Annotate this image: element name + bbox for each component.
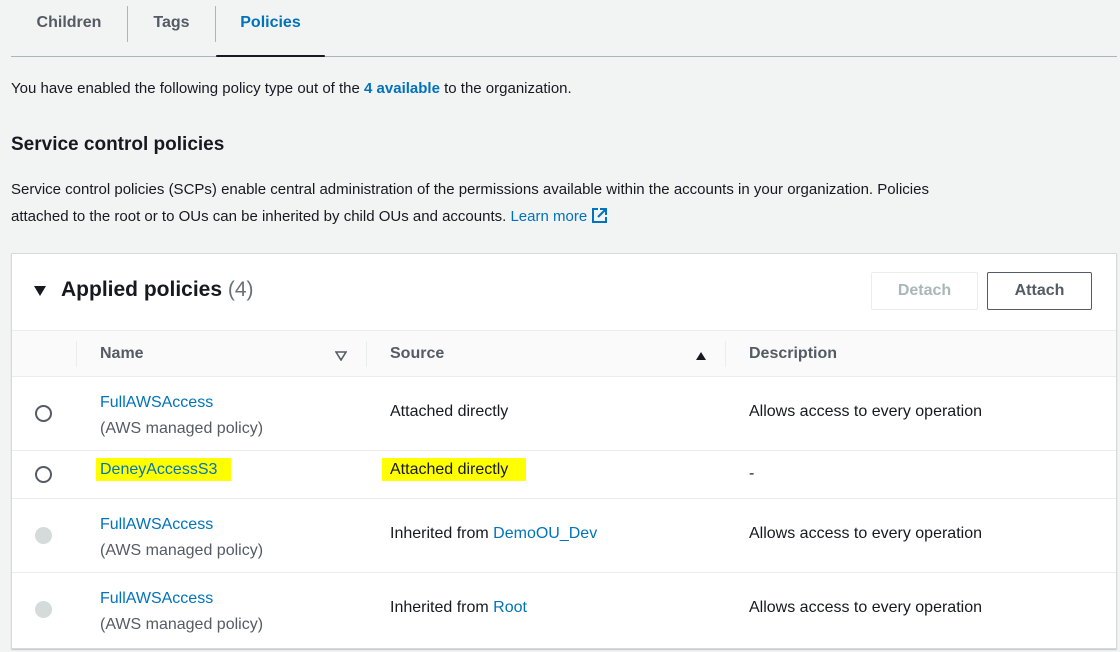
policy-name-link[interactable]: FullAWSAccess	[100, 394, 213, 411]
source-root-link[interactable]: Root	[493, 599, 527, 616]
column-divider	[76, 341, 77, 367]
panel-header: Applied policies (4) Detach Attach	[12, 254, 1116, 331]
policy-description-cell: Allows access to every operation	[749, 403, 982, 420]
column-header-source[interactable]: Source	[390, 331, 444, 377]
row-select-radio[interactable]	[35, 466, 52, 483]
table-row: FullAWSAccess (AWS managed policy) Inher…	[12, 573, 1116, 648]
section-description: Service control policies (SCPs) enable c…	[11, 176, 1101, 233]
tab-bar: Children Tags Policies	[11, 0, 1117, 57]
attach-button[interactable]: Attach	[987, 272, 1092, 310]
sort-ascending-icon[interactable]	[695, 348, 707, 366]
policy-name-cell: FullAWSAccess (AWS managed policy)	[100, 390, 263, 442]
policy-description-cell: Allows access to every operation	[749, 525, 982, 542]
policy-description-cell: -	[749, 465, 755, 482]
tab-children[interactable]: Children	[11, 0, 127, 46]
policy-source-prefix: Inherited from	[390, 599, 494, 616]
column-header-name[interactable]: Name	[100, 331, 144, 377]
row-select-radio-disabled	[35, 527, 52, 544]
external-link-icon[interactable]	[591, 206, 608, 233]
panel-title-text: Applied policies	[61, 278, 223, 301]
policy-source-cell: Inherited from DemoOU_Dev	[390, 525, 597, 543]
table-row: FullAWSAccess (AWS managed policy) Inher…	[12, 499, 1116, 573]
policy-source-cell: Attached directly	[382, 458, 527, 481]
policy-count: (4)	[227, 278, 254, 301]
intro-suffix: to the organization.	[439, 80, 572, 97]
policy-name-link[interactable]: FullAWSAccess	[100, 516, 213, 533]
learn-more-link[interactable]: Learn more	[510, 208, 587, 225]
row-select-radio[interactable]	[35, 405, 52, 422]
detach-button[interactable]: Detach	[871, 272, 978, 310]
policy-name-link[interactable]: FullAWSAccess	[100, 590, 213, 607]
column-divider	[725, 341, 726, 367]
section-title: Service control policies	[11, 134, 225, 155]
policy-type-intro: You have enabled the following policy ty…	[11, 80, 572, 97]
policy-name-link[interactable]: DeneyAccessS3	[96, 458, 232, 481]
panel-title: Applied policies (4)	[61, 278, 254, 302]
source-ou-link[interactable]: DemoOU_Dev	[493, 525, 597, 542]
description-line-1: Service control policies (SCPs) enable c…	[11, 181, 929, 198]
policy-type-label: (AWS managed policy)	[100, 542, 264, 559]
column-header-description: Description	[749, 345, 838, 362]
policy-source-cell: Inherited from Root	[390, 599, 527, 617]
policy-source-cell: Attached directly	[390, 403, 509, 420]
table-row: DeneyAccessS3 Attached directly -	[12, 451, 1116, 499]
applied-policies-panel: Applied policies (4) Detach Attach Name …	[11, 253, 1117, 649]
policy-description-cell: Allows access to every operation	[749, 599, 982, 616]
tab-policies[interactable]: Policies	[216, 0, 325, 57]
available-policy-types-link[interactable]: 4 available	[364, 80, 440, 97]
policy-type-label: (AWS managed policy)	[100, 616, 264, 633]
intro-prefix: You have enabled the following policy ty…	[11, 80, 365, 97]
row-select-radio-disabled	[35, 601, 52, 618]
policy-name-cell: FullAWSAccess (AWS managed policy)	[100, 512, 263, 564]
description-line-2: attached to the root or to OUs can be in…	[11, 208, 507, 225]
policy-name-cell: FullAWSAccess (AWS managed policy)	[100, 586, 263, 638]
table-header: Name Source Description	[12, 331, 1116, 377]
caret-down-icon[interactable]	[33, 284, 47, 302]
policy-name-cell: DeneyAccessS3	[96, 458, 232, 481]
policy-source-text: Attached directly	[382, 458, 527, 481]
tab-tags[interactable]: Tags	[128, 0, 215, 46]
column-divider	[366, 341, 367, 367]
policy-type-label: (AWS managed policy)	[100, 420, 264, 437]
sort-descending-icon[interactable]	[334, 348, 348, 366]
table-row: FullAWSAccess (AWS managed policy) Attac…	[12, 377, 1116, 451]
policy-source-prefix: Inherited from	[390, 525, 494, 542]
